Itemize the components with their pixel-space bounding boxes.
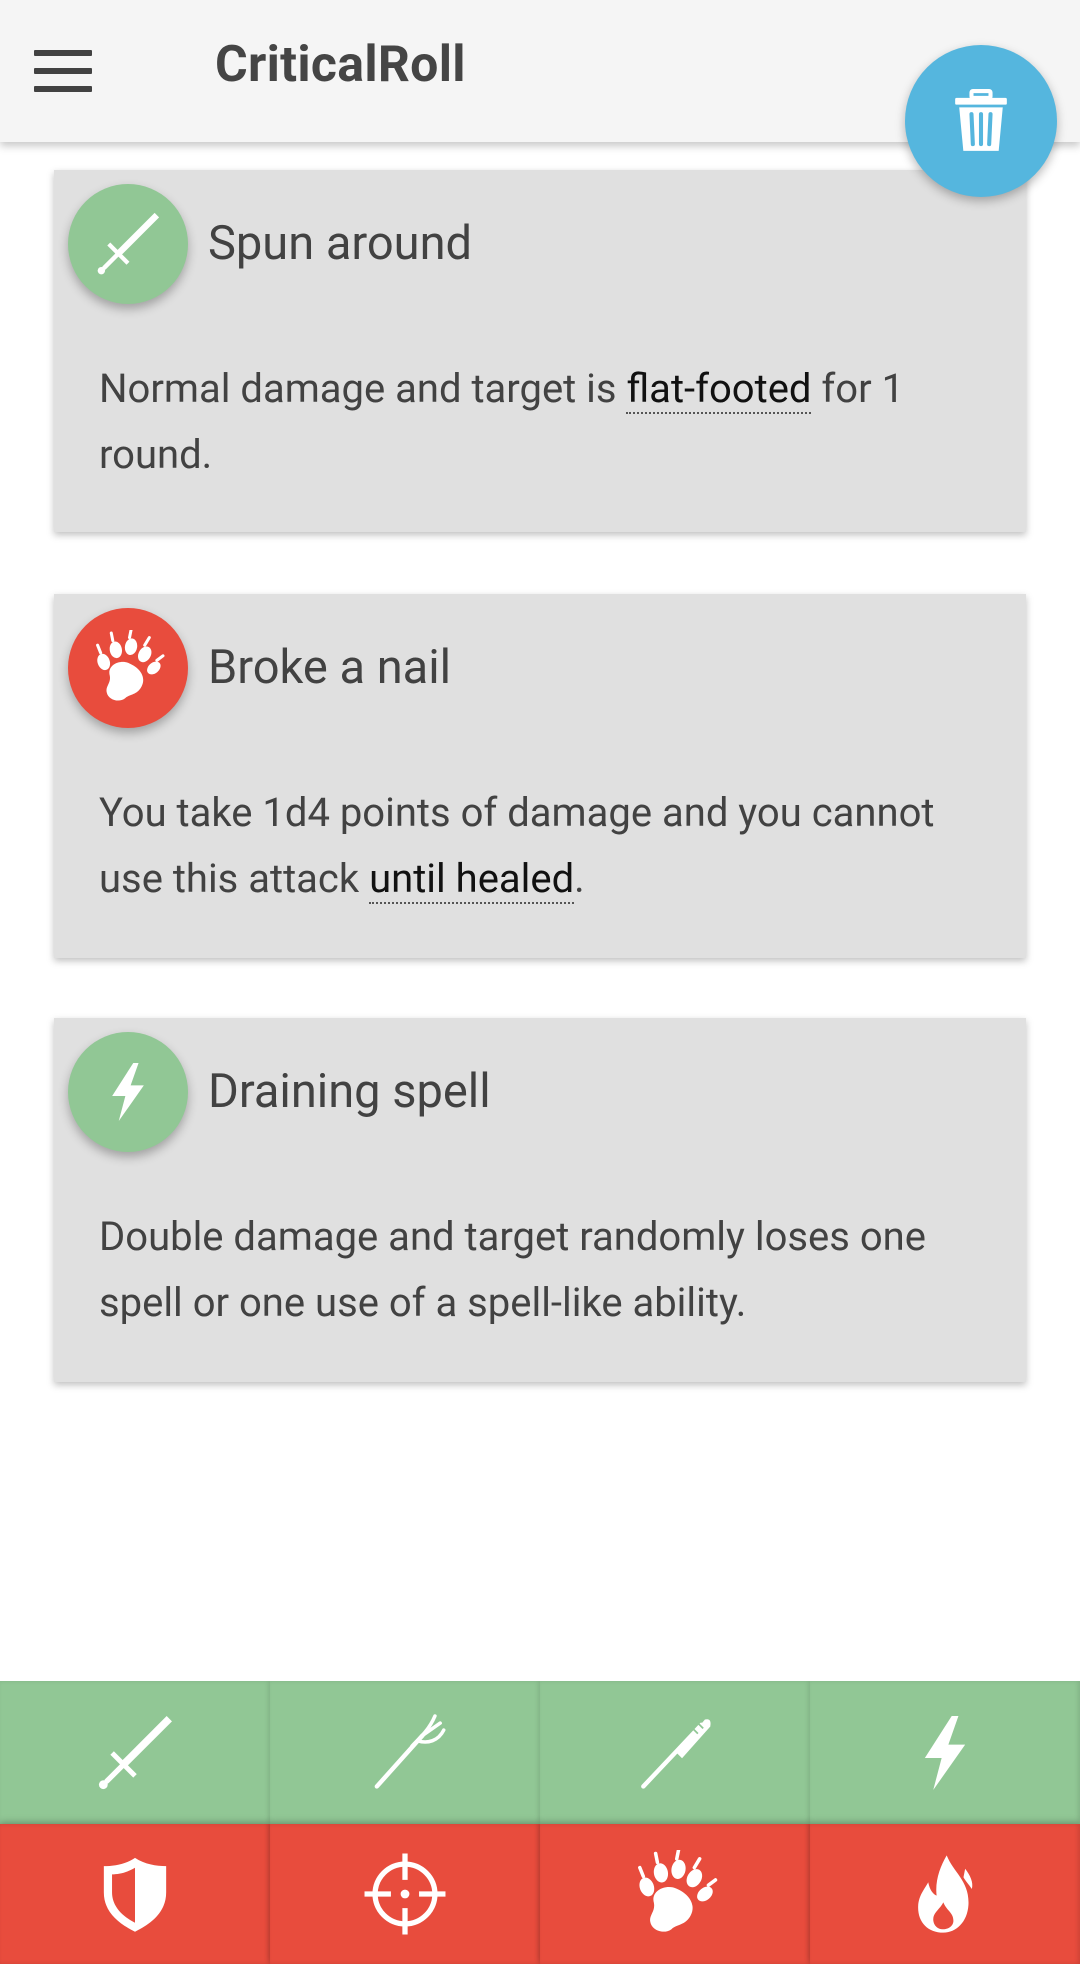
card-icon-badge xyxy=(68,608,188,728)
card-description: Normal damage and target is flat-footed … xyxy=(99,356,999,488)
lightning-icon xyxy=(95,1059,161,1125)
trident-icon xyxy=(361,1709,449,1797)
card-description: Double damage and target randomly loses … xyxy=(99,1213,926,1326)
tab-fumble-ranged[interactable] xyxy=(270,1824,540,1964)
card-icon-badge xyxy=(68,184,188,304)
club-icon xyxy=(631,1709,719,1797)
term-link-flat-footed[interactable]: flat-footed xyxy=(626,365,812,414)
category-tab-bar xyxy=(0,1681,1080,1964)
trash-icon xyxy=(947,87,1015,155)
tab-weapon-bludgeoning[interactable] xyxy=(540,1681,810,1824)
shield-icon xyxy=(94,1853,176,1935)
card-text-part: Normal damage and target is xyxy=(99,365,627,412)
critical-card: Broke a nail You take 1d4 points of dama… xyxy=(54,594,1026,958)
card-description: You take 1d4 points of damage and you ca… xyxy=(99,780,999,912)
card-text-part: . xyxy=(574,855,585,902)
menu-line xyxy=(34,68,92,74)
tab-fumble-spell[interactable] xyxy=(810,1824,1080,1964)
fire-icon xyxy=(903,1852,987,1936)
tab-fumble-natural[interactable] xyxy=(540,1824,810,1964)
sword-icon xyxy=(91,207,165,281)
sword-icon xyxy=(91,1709,179,1797)
menu-line xyxy=(34,50,92,56)
term-link-until-healed[interactable]: until healed xyxy=(369,855,575,904)
lightning-icon xyxy=(903,1711,987,1795)
app-title: CriticalRoll xyxy=(215,36,466,94)
card-icon-badge xyxy=(68,1032,188,1152)
menu-line xyxy=(34,86,92,92)
tab-weapon-slashing[interactable] xyxy=(0,1681,270,1824)
crosshair-icon xyxy=(361,1850,449,1938)
clear-button[interactable] xyxy=(905,45,1057,197)
paw-icon xyxy=(90,630,166,706)
paw-icon xyxy=(631,1850,719,1938)
tab-weapon-piercing[interactable] xyxy=(270,1681,540,1824)
tab-weapon-magic[interactable] xyxy=(810,1681,1080,1824)
tab-fumble-melee[interactable] xyxy=(0,1824,270,1964)
card-title: Broke a nail xyxy=(208,640,452,695)
critical-card: Draining spell Double damage and target … xyxy=(54,1018,1026,1382)
card-title: Spun around xyxy=(208,216,473,271)
card-title: Draining spell xyxy=(208,1064,491,1119)
critical-card: Spun around Normal damage and target is … xyxy=(54,170,1026,532)
hamburger-menu-icon[interactable] xyxy=(28,44,98,98)
